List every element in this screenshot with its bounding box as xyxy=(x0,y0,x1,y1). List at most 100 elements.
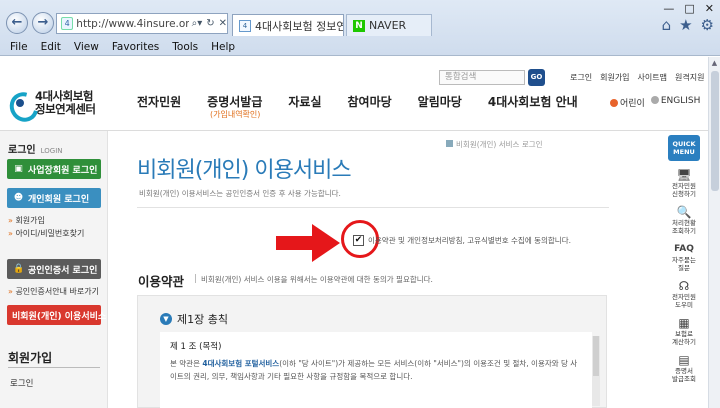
utility-links: 로그인 회원가입 사이트맵 원격지원 xyxy=(570,72,704,83)
util-remote-link[interactable]: 원격지원 xyxy=(675,72,704,83)
stop-icon[interactable]: ✕ xyxy=(219,18,227,29)
site-logo[interactable]: 4대사회보험 정보연계센터 xyxy=(10,90,96,116)
address-text[interactable]: http://www.4insure.or.kr/ins4/ xyxy=(76,18,188,30)
tab-naver[interactable]: N NAVER xyxy=(346,14,432,36)
home-icon[interactable]: ⌂ xyxy=(662,16,672,34)
cert-guide-link[interactable]: » 공인인증서안내 바로가기 xyxy=(8,286,99,297)
agree-checkbox[interactable]: ✔ xyxy=(353,235,364,246)
menu-help[interactable]: Help xyxy=(211,41,235,53)
nav-certificate-sub[interactable]: (가입내역확인) xyxy=(210,109,260,120)
kids-icon xyxy=(610,99,618,107)
favorites-star-icon[interactable]: ★ xyxy=(679,16,692,34)
join-section-title: 회원가입 xyxy=(8,351,53,365)
english-link[interactable]: ENGLISH xyxy=(650,96,700,109)
tab-favicon-icon: 4 xyxy=(239,19,251,32)
site-favicon-icon: 4 xyxy=(61,17,74,30)
util-join-link[interactable]: 회원가입 xyxy=(600,72,629,83)
agreement-row: ✔ 이용약관 및 개인정보처리방침, 고유식별번호 수집에 동의합니다. xyxy=(353,235,571,246)
headset-icon: ☊ xyxy=(678,279,690,293)
nav-notice[interactable]: 알림마당 xyxy=(418,93,462,110)
quick-item-helper[interactable]: ☊ 전자민원 도우미 xyxy=(664,280,704,309)
address-bar[interactable]: 4 http://www.4insure.or.kr/ins4/ ⌕▾ ↻ ✕ xyxy=(56,13,228,34)
util-login-link[interactable]: 로그인 xyxy=(570,72,592,83)
business-login-button[interactable]: ▣ 사업장회원 로그인 xyxy=(7,159,101,179)
quick-item-apply[interactable]: 🖥 전자민원 신청하기 xyxy=(664,169,704,198)
menu-bar: File Edit View Favorites Tools Help xyxy=(0,38,235,56)
join-login-link[interactable]: 로그인 xyxy=(10,377,33,389)
menu-tools[interactable]: Tools xyxy=(172,41,198,53)
logo-mark-icon xyxy=(10,92,30,114)
quick-item-faq[interactable]: FAQ 자주묻는 질문 xyxy=(664,243,704,272)
nav-library[interactable]: 자료실 xyxy=(288,93,321,110)
address-actions: ⌕▾ ↻ ✕ xyxy=(192,18,227,29)
home-icon[interactable] xyxy=(446,140,453,147)
terms-description: 비회원(개인) 서비스 이용을 위해서는 이용약관에 대한 동의가 필요합니다. xyxy=(195,274,433,285)
refresh-icon[interactable]: ↻ xyxy=(206,18,214,29)
nav-certificate[interactable]: 증명서발급 xyxy=(207,93,262,110)
main-navigation: 전자민원 증명서발급 자료실 참여마당 알림마당 4대사회보험 안내 xyxy=(137,93,604,110)
chapter-heading[interactable]: ▼ 제1장 총칙 xyxy=(160,311,228,327)
close-button[interactable]: ✕ xyxy=(705,2,714,15)
search-input[interactable]: 통합검색 xyxy=(439,70,525,85)
browser-toolbar: ⌂ ★ ⚙ xyxy=(662,16,714,34)
agree-label[interactable]: 이용약관 및 개인정보처리방침, 고유식별번호 수집에 동의합니다. xyxy=(368,235,571,246)
web-page: 4대사회보험 정보연계센터 통합검색 GO 로그인 회원가입 사이트맵 원격지원… xyxy=(0,57,720,408)
left-sidebar: 로그인 LOGIN ▣ 사업장회원 로그인 ☻ 개인회원 로그인 » 회원가입 »… xyxy=(0,131,108,408)
nav-participation[interactable]: 참여마당 xyxy=(348,93,392,110)
nonmember-service-button[interactable]: 비회원(개인) 이용서비스 xyxy=(7,305,106,325)
business-user-icon: ▣ xyxy=(14,163,23,174)
quick-item-calc[interactable]: ▦ 보험료 계산하기 xyxy=(664,317,704,346)
menu-file[interactable]: File xyxy=(10,41,28,53)
tab-label: 4대사회보험 정보연... xyxy=(255,19,344,33)
personal-user-icon: ☻ xyxy=(13,192,24,203)
nav-insurance-guide[interactable]: 4대사회보험 안내 xyxy=(488,93,578,110)
kids-link[interactable]: 어린이 xyxy=(610,96,645,109)
quick-item-cert[interactable]: ▤ 증명서 발급조회 xyxy=(664,354,704,383)
minimize-button[interactable]: — xyxy=(663,2,674,15)
article-heading: 제 1 조 (목적) xyxy=(170,342,222,352)
page-scrollbar[interactable]: ▲ xyxy=(708,57,720,408)
quick-menu: QUICK MENU 🖥 전자민원 신청하기 🔍 처리현황 조회하기 FAQ 자주묻는 질문 … xyxy=(664,135,704,383)
terms-scrollbar[interactable] xyxy=(592,336,600,406)
join-link[interactable]: » 회원가입 xyxy=(8,215,45,226)
certificate-login-button[interactable]: 🔒 공인인증서 로그인 xyxy=(7,259,101,279)
login-title: 로그인 LOGIN xyxy=(8,145,63,156)
logo-text: 4대사회보험 정보연계센터 xyxy=(35,90,96,116)
menu-view[interactable]: View xyxy=(74,41,99,53)
breadcrumb: 비회원(개인) 서비스 로그인 xyxy=(446,139,543,150)
tab-label: NAVER xyxy=(369,19,407,32)
personal-login-button[interactable]: ☻ 개인회원 로그인 xyxy=(7,188,101,208)
page-scroll-thumb[interactable] xyxy=(711,71,719,191)
menu-favorites[interactable]: Favorites xyxy=(112,41,159,53)
window-controls: — □ ✕ xyxy=(663,2,714,15)
monitor-icon: 🖥 xyxy=(676,168,692,182)
calculator-icon: ▦ xyxy=(678,316,690,330)
terms-scroll-thumb[interactable] xyxy=(593,336,599,376)
chevron-down-icon: ▼ xyxy=(160,313,172,325)
tab-4insure[interactable]: 4 4대사회보험 정보연... ✕ xyxy=(232,14,344,36)
maximize-button[interactable]: □ xyxy=(684,2,694,15)
find-id-password-link[interactable]: » 아이디/비밀번호찾기 xyxy=(8,228,84,239)
nav-e-civil[interactable]: 전자민원 xyxy=(137,93,181,110)
document-icon: ▤ xyxy=(678,353,690,367)
scroll-up-icon[interactable]: ▲ xyxy=(709,57,720,69)
terms-title: 이용약관 xyxy=(138,274,185,289)
search-go-button[interactable]: GO xyxy=(528,69,545,86)
search-dropdown-icon[interactable]: ⌕▾ xyxy=(192,18,203,29)
page-title: 비회원(개인) 이용서비스 xyxy=(137,158,352,183)
logo-line-2: 정보연계센터 xyxy=(35,102,96,116)
faq-icon: FAQ xyxy=(674,244,694,254)
article-body: 본 약관은 4대사회보험 포털서비스(이하 "당 사이트")가 제공하는 모든 … xyxy=(170,359,578,381)
lock-icon: 🔒 xyxy=(13,263,25,274)
menu-edit[interactable]: Edit xyxy=(41,41,61,53)
forward-button[interactable]: → xyxy=(32,12,54,34)
naver-icon: N xyxy=(353,19,365,32)
back-button[interactable]: ← xyxy=(6,12,28,34)
terms-text-area[interactable]: 제 1 조 (목적) 본 약관은 4대사회보험 포털서비스(이하 "당 사이트"… xyxy=(160,332,592,408)
settings-gear-icon[interactable]: ⚙ xyxy=(701,16,714,34)
quick-item-status[interactable]: 🔍 처리현황 조회하기 xyxy=(664,206,704,235)
util-sitemap-link[interactable]: 사이트맵 xyxy=(638,72,667,83)
browser-chrome: ← → 4 http://www.4insure.or.kr/ins4/ ⌕▾ … xyxy=(0,0,720,56)
page-description: 비회원(개인) 이용서비스는 공인인증서 인증 후 사용 가능합니다. xyxy=(139,189,341,198)
language-links: 어린이 ENGLISH xyxy=(610,96,700,109)
